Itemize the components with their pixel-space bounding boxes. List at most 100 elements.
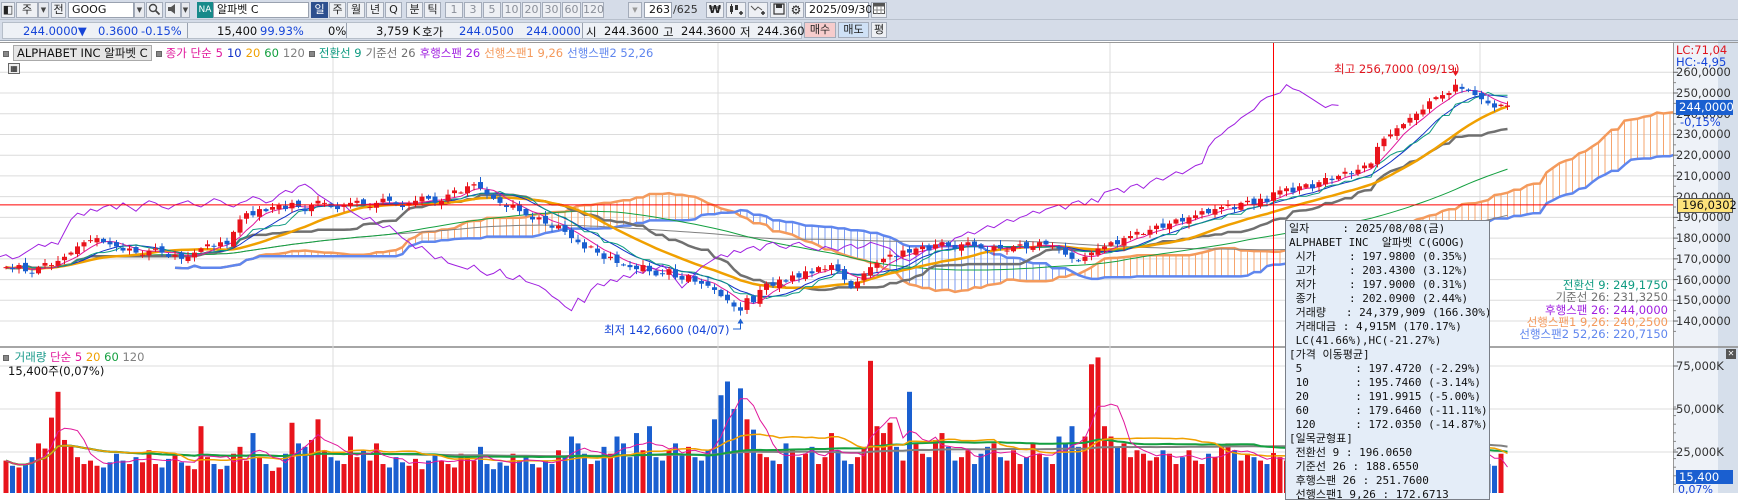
candle-body [1108, 242, 1114, 246]
volume-bar [1264, 464, 1270, 493]
legend-toggle-icon[interactable] [3, 354, 9, 361]
volume-bar [887, 422, 893, 493]
volume-bar [432, 453, 438, 493]
candle-body [1095, 248, 1101, 255]
candle-body [660, 273, 665, 275]
candle-body [1017, 244, 1023, 246]
candle-body [224, 240, 230, 245]
candle-body [1102, 246, 1107, 250]
legend-toggle-icon[interactable] [155, 50, 162, 57]
volume-bar [335, 460, 340, 493]
legend-volume-ma5: 단순 5 [50, 350, 83, 364]
candle-body [1154, 225, 1159, 230]
volume-bar [640, 450, 646, 493]
candle-body [868, 267, 873, 276]
candle-body [1277, 190, 1283, 195]
legend-toggle-icon[interactable] [3, 50, 9, 57]
candle-body [380, 198, 386, 203]
volume-bar [881, 433, 886, 493]
volume-bar [660, 460, 665, 493]
high-annotation: 최고 256,7000 (09/19) [1334, 62, 1460, 76]
candle-body [62, 256, 67, 261]
candle-body [627, 265, 633, 268]
candle-body [1186, 217, 1192, 224]
candle-body [205, 244, 210, 247]
candle-body [556, 225, 561, 229]
legend-toggle-icon[interactable] [308, 50, 315, 57]
volume-bar [23, 464, 28, 493]
candle-body [1284, 188, 1289, 192]
candle-body [712, 287, 717, 290]
tooltip-line: 선행스팬1 9,26 : 172.6713 [1289, 488, 1449, 500]
candle-body [478, 182, 483, 189]
candle-body [419, 196, 425, 202]
candle-body [1180, 218, 1185, 222]
candle-body [231, 231, 236, 247]
candle-body [894, 256, 899, 258]
candle-body [809, 271, 815, 274]
candle-body [601, 253, 607, 259]
volume-bar [712, 419, 717, 493]
volume-bar [1043, 457, 1049, 493]
candle-body [1128, 236, 1133, 239]
volume-bar [276, 467, 282, 493]
volume-bar [1167, 453, 1172, 493]
candle-body [1004, 250, 1010, 252]
candle-body [153, 248, 158, 250]
volume-bar [75, 457, 80, 493]
volume-bar [588, 464, 594, 493]
candle-body [133, 247, 139, 253]
volume-bar [406, 465, 412, 493]
candle-body [848, 281, 854, 288]
volume-bar [926, 457, 932, 493]
candle-body [471, 184, 477, 186]
candle-body [42, 262, 48, 266]
candle-body [68, 252, 74, 255]
candle-body [354, 200, 360, 203]
candle-body [10, 267, 15, 270]
candle-body [465, 186, 470, 194]
volume-bar [738, 388, 743, 493]
candle-body [731, 302, 737, 307]
candle-body [796, 273, 802, 278]
candle-body [1401, 124, 1406, 129]
candle-body [855, 281, 860, 288]
candle-body [777, 279, 782, 288]
candle-body [1290, 187, 1296, 193]
close-icon[interactable]: ✕ [1726, 349, 1736, 359]
candle-body [211, 245, 217, 247]
candle-body [972, 241, 977, 247]
candle-body [1427, 101, 1432, 109]
candle-body [1297, 186, 1302, 191]
candle-body [1505, 105, 1510, 107]
candle-body [1245, 200, 1250, 203]
candle-body [127, 248, 132, 251]
candle-body [1323, 177, 1328, 185]
candle-body [1375, 146, 1380, 165]
candle-body [699, 280, 704, 284]
candle-body [335, 206, 340, 210]
candle-body [640, 265, 646, 272]
candle-body [1440, 95, 1445, 99]
candle-body [569, 229, 574, 239]
candle-body [816, 267, 821, 272]
volume-bar [1037, 453, 1042, 493]
volume-bar [1277, 457, 1283, 493]
volume-bar [94, 465, 100, 493]
volume-bar [744, 419, 750, 493]
volume-bar [1232, 450, 1237, 493]
candle-body [179, 253, 184, 259]
candle-body [1219, 207, 1224, 210]
candle-body [1193, 215, 1198, 219]
volume-bar [1238, 460, 1244, 493]
volume-bar [192, 469, 197, 493]
volume-bar [413, 458, 418, 493]
volume-bar [478, 446, 483, 493]
candle-body [666, 269, 672, 275]
candle-body [1134, 231, 1140, 235]
grid-icon[interactable]: ▦ [8, 63, 20, 74]
volume-bar [367, 460, 373, 493]
volume-bar [1186, 450, 1192, 493]
candle-body [1238, 202, 1244, 210]
volume-bar [666, 450, 672, 493]
